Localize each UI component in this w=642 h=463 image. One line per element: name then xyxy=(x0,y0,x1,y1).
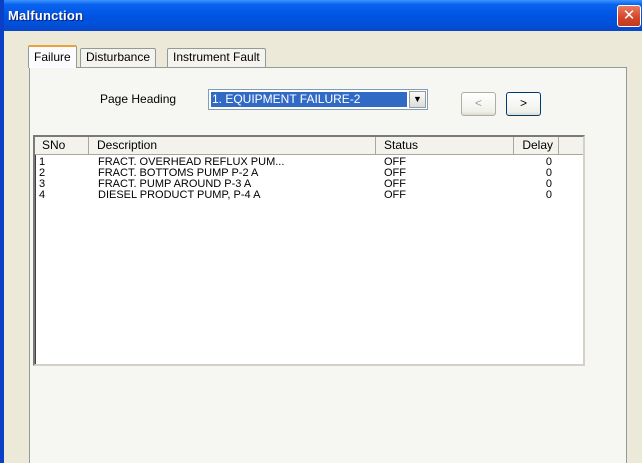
malfunction-window: Malfunction ✕ Failure Disturbance Instru… xyxy=(0,0,642,463)
column-header-sno[interactable]: SNo xyxy=(35,137,89,155)
list-header: SNo Description Status Delay xyxy=(35,137,583,155)
tab-failure[interactable]: Failure xyxy=(28,45,77,68)
close-icon: ✕ xyxy=(622,7,636,24)
next-page-button[interactable]: > xyxy=(506,92,541,116)
cell-delay: 0 xyxy=(545,189,552,201)
tab-instrument-fault[interactable]: Instrument Fault xyxy=(167,48,266,67)
column-header-filler xyxy=(559,137,583,155)
close-button[interactable]: ✕ xyxy=(617,5,641,27)
previous-page-button[interactable]: < xyxy=(461,92,496,116)
dialog-content: Failure Disturbance Instrument Fault Pag… xyxy=(8,31,642,463)
column-header-status[interactable]: Status xyxy=(376,137,514,155)
cell-sno: 4 xyxy=(39,189,46,201)
page-heading-label: Page Heading xyxy=(100,92,177,106)
cell-status: OFF xyxy=(384,189,406,201)
title-bar[interactable]: Malfunction ✕ xyxy=(4,0,642,31)
malfunction-list[interactable]: SNo Description Status Delay 1 FRACT. OV… xyxy=(33,135,585,366)
column-header-delay[interactable]: Delay xyxy=(514,137,559,155)
window-title: Malfunction xyxy=(8,8,84,23)
cell-description: DIESEL PRODUCT PUMP, P-4 A xyxy=(98,189,261,201)
page-heading-selected-value: 1. EQUIPMENT FAILURE-2 xyxy=(211,92,407,107)
column-header-description[interactable]: Description xyxy=(89,137,376,155)
table-row[interactable]: 4 DIESEL PRODUCT PUMP, P-4 A OFF 0 xyxy=(35,189,583,201)
page-heading-select[interactable]: 1. EQUIPMENT FAILURE-2 ▼ xyxy=(208,89,428,110)
tab-disturbance[interactable]: Disturbance xyxy=(80,48,157,67)
chevron-down-icon[interactable]: ▼ xyxy=(409,91,426,108)
